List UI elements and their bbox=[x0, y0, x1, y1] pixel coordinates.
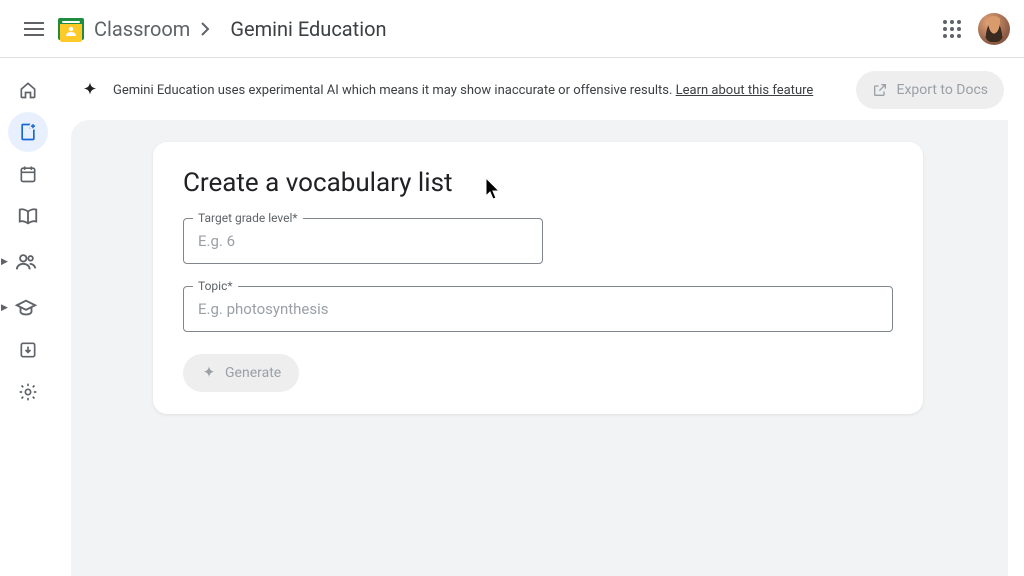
sidebar-item-settings[interactable] bbox=[8, 372, 48, 412]
side-rail: ▶ ▶ bbox=[0, 58, 55, 576]
sidebar-item-home[interactable] bbox=[8, 70, 48, 110]
calendar-icon bbox=[18, 164, 38, 184]
archive-download-icon bbox=[18, 340, 38, 360]
notice-text: Gemini Education uses experimental AI wh… bbox=[113, 83, 813, 98]
sparkle-icon bbox=[201, 365, 217, 381]
topic-label: Topic* bbox=[193, 279, 238, 293]
apps-grid-icon bbox=[943, 20, 961, 38]
breadcrumb-current[interactable]: Gemini Education bbox=[230, 17, 386, 41]
google-apps-button[interactable] bbox=[932, 9, 972, 49]
grade-level-field: Target grade level* bbox=[183, 218, 893, 264]
notice-bar: Gemini Education uses experimental AI wh… bbox=[55, 58, 1024, 112]
sidebar-item-calendar[interactable] bbox=[8, 154, 48, 194]
top-bar: Classroom Gemini Education bbox=[0, 0, 1024, 58]
book-open-icon bbox=[17, 206, 39, 226]
sidebar-item-school[interactable]: ▶ bbox=[9, 288, 46, 328]
classroom-logo-icon bbox=[64, 26, 78, 36]
learn-more-link[interactable]: Learn about this feature bbox=[676, 83, 814, 98]
main-menu-button[interactable] bbox=[14, 9, 54, 49]
grade-level-label: Target grade level* bbox=[193, 211, 303, 225]
classroom-logo[interactable] bbox=[58, 18, 84, 40]
topic-input[interactable] bbox=[183, 286, 893, 332]
content-area: Create a vocabulary list Target grade le… bbox=[71, 120, 1008, 576]
export-label: Export to Docs bbox=[896, 82, 988, 98]
people-icon bbox=[15, 252, 37, 272]
main-content: Gemini Education uses experimental AI wh… bbox=[55, 58, 1024, 576]
open-external-icon bbox=[872, 82, 888, 98]
topic-field: Topic* bbox=[183, 286, 893, 332]
sidebar-item-reader[interactable] bbox=[8, 196, 48, 236]
generate-button: Generate bbox=[183, 354, 299, 392]
graduation-cap-icon bbox=[15, 298, 37, 318]
generate-label: Generate bbox=[225, 365, 281, 381]
chevron-right-icon bbox=[200, 21, 210, 37]
doc-add-icon bbox=[18, 122, 38, 142]
export-to-docs-button: Export to Docs bbox=[856, 71, 1004, 109]
sidebar-item-archive[interactable] bbox=[8, 330, 48, 370]
hamburger-icon bbox=[24, 22, 44, 36]
breadcrumb-app[interactable]: Classroom bbox=[94, 17, 190, 41]
sidebar-item-doc-add[interactable] bbox=[8, 112, 48, 152]
home-icon bbox=[18, 80, 38, 100]
account-avatar[interactable] bbox=[978, 13, 1010, 45]
sidebar-item-people[interactable]: ▶ bbox=[9, 242, 46, 282]
create-vocab-card: Create a vocabulary list Target grade le… bbox=[153, 142, 923, 414]
card-title: Create a vocabulary list bbox=[183, 168, 893, 198]
gear-icon bbox=[18, 382, 38, 402]
sparkle-icon bbox=[81, 81, 99, 99]
